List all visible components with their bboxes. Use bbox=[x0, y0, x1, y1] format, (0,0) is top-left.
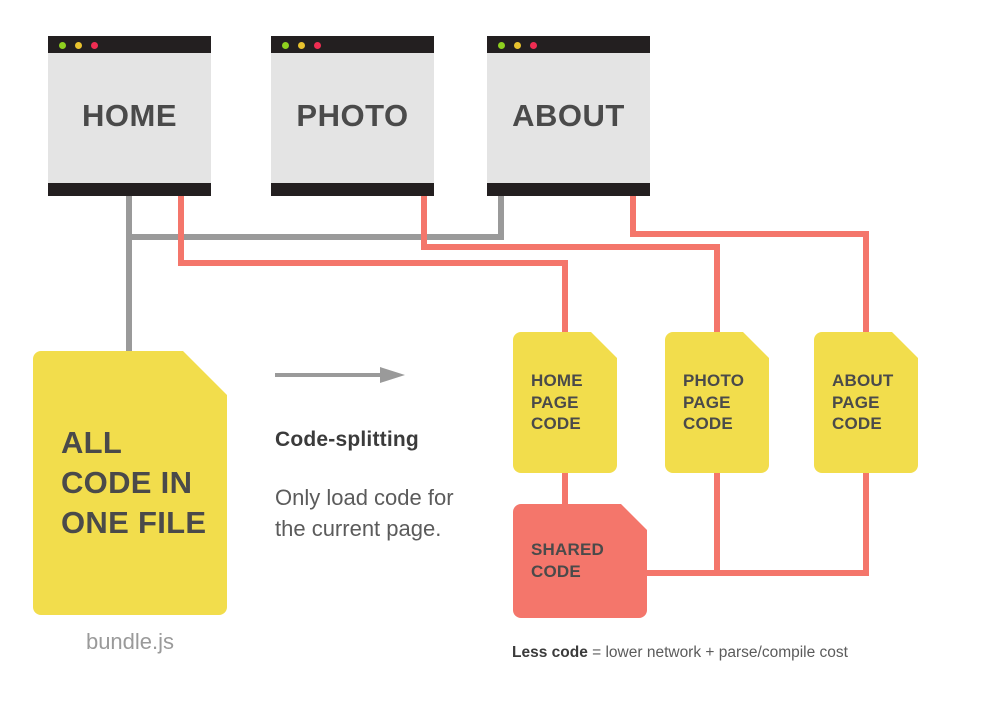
chunk-card-photo[interactable]: PHOTO PAGE CODE bbox=[665, 332, 769, 473]
chunk-card-photo-label: PHOTO PAGE CODE bbox=[683, 370, 745, 434]
browser-label-about: ABOUT bbox=[512, 98, 625, 133]
code-splitting-title: Code-splitting bbox=[275, 428, 419, 451]
browser-titlebar bbox=[48, 36, 211, 53]
diagram-canvas: HOME PHOTO ABOUT ALL CODE IN ONE FILE bu… bbox=[0, 0, 995, 715]
code-splitting-description: Only load code for the current page. bbox=[275, 485, 454, 542]
yellow-dot-icon bbox=[298, 41, 305, 49]
wire-pink-shared-bus bbox=[645, 473, 869, 576]
green-dot-icon bbox=[282, 41, 289, 49]
red-dot-icon bbox=[314, 41, 321, 49]
wire-pink-about-to-about-chunk bbox=[630, 196, 869, 334]
chunk-card-home-label: HOME PAGE CODE bbox=[531, 370, 583, 434]
chunk-card-about[interactable]: ABOUT PAGE CODE bbox=[814, 332, 918, 473]
chunk-card-home[interactable]: HOME PAGE CODE bbox=[513, 332, 617, 473]
shared-code-card[interactable]: SHARED CODE bbox=[513, 504, 647, 618]
browser-label-home: HOME bbox=[82, 98, 177, 133]
footnote-strong: Less code bbox=[512, 644, 588, 661]
page-fold-icon bbox=[183, 351, 227, 395]
browser-titlebar bbox=[271, 36, 434, 53]
page-fold-icon bbox=[621, 504, 647, 530]
wire-pink-home-to-home-chunk bbox=[178, 196, 568, 334]
browser-window-home[interactable]: HOME bbox=[48, 36, 211, 196]
footnote-rest: = lower network + parse/compile cost bbox=[587, 644, 848, 661]
page-fold-icon bbox=[892, 332, 918, 358]
browser-footer bbox=[487, 183, 650, 196]
chunk-card-about-label: ABOUT PAGE CODE bbox=[832, 370, 894, 434]
shared-code-label: SHARED CODE bbox=[531, 540, 604, 581]
browser-footer bbox=[271, 183, 434, 196]
browser-footer bbox=[48, 183, 211, 196]
green-dot-icon bbox=[498, 41, 505, 49]
browser-window-photo[interactable]: PHOTO bbox=[271, 36, 434, 196]
red-dot-icon bbox=[530, 41, 537, 49]
browser-titlebar bbox=[487, 36, 650, 53]
footnote: Less code = lower network + parse/compil… bbox=[512, 644, 848, 662]
red-dot-icon bbox=[91, 41, 98, 49]
page-fold-icon bbox=[743, 332, 769, 358]
yellow-dot-icon bbox=[75, 41, 82, 49]
bundle-filename-caption: bundle.js bbox=[85, 629, 175, 654]
bundle-card-label: ALL CODE IN ONE FILE bbox=[61, 425, 207, 540]
yellow-dot-icon bbox=[514, 41, 521, 49]
browser-label-photo: PHOTO bbox=[296, 98, 409, 133]
browser-window-about[interactable]: ABOUT bbox=[487, 36, 650, 196]
wire-gray-about-to-bundle bbox=[129, 196, 504, 240]
code-splitting-explainer: Code-splitting Only load code for the cu… bbox=[275, 364, 475, 544]
page-fold-icon bbox=[591, 332, 617, 358]
arrow-right-icon bbox=[275, 364, 405, 386]
bundle-file-card[interactable]: ALL CODE IN ONE FILE bbox=[33, 351, 227, 615]
green-dot-icon bbox=[59, 41, 66, 49]
